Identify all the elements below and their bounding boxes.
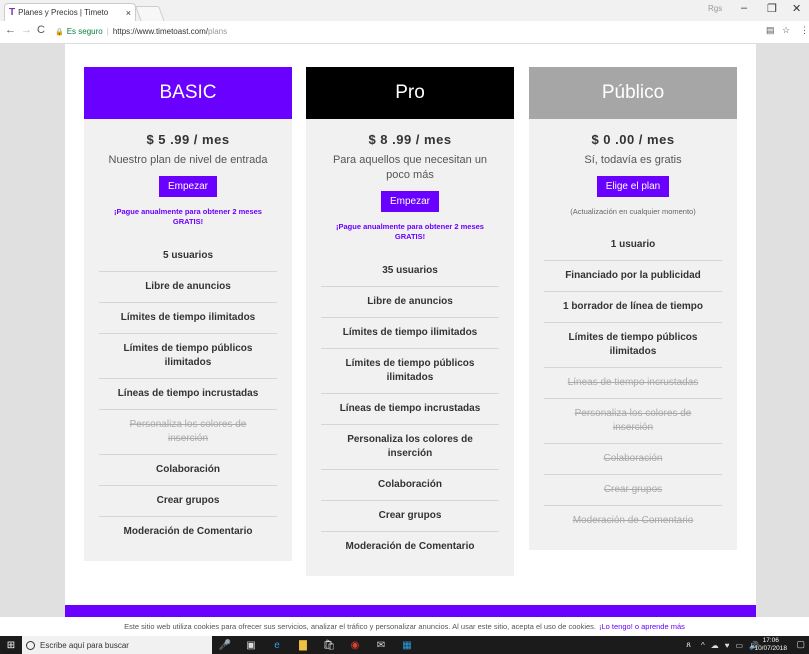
annual-promo: ¡Pague anualmente para obtener 2 meses G… [336, 222, 484, 241]
notifications-icon[interactable]: ▢ [796, 639, 805, 650]
taskbar-clock[interactable]: 17:06 10/07/2018 [754, 637, 787, 653]
feature-item: Límites de tiempo públicos ilimitados [544, 323, 722, 368]
feature-item: Financiado por la publicidad [544, 261, 722, 292]
clock-time: 17:06 [762, 637, 779, 644]
windows-taskbar: ⊞ Escribe aquí para buscar 🎤 ▣ e ▇ 🛍 ◉ ✉… [0, 636, 809, 654]
translate-icon[interactable]: ▤ [766, 25, 775, 36]
feature-item-disabled: Colaboración [544, 444, 722, 475]
secure-label: Es seguro [66, 27, 103, 36]
clock-date: 10/07/2018 [754, 645, 787, 652]
feature-item-disabled: Líneas de tiempo incrustadas [544, 368, 722, 399]
feature-item: Líneas de tiempo incrustadas [321, 394, 499, 425]
feature-list: 35 usuarios Libre de anuncios Límites de… [321, 256, 499, 562]
footer-accent-bar [65, 605, 756, 617]
back-icon[interactable]: ← [5, 24, 16, 36]
plan-header: Público [529, 67, 737, 119]
feature-item: Personaliza los colores de inserción [321, 425, 499, 470]
feature-item: Colaboración [99, 455, 277, 486]
forward-icon[interactable]: → [21, 24, 32, 36]
url-text: https://www.timetoast.com/ [112, 27, 208, 36]
minimize-icon[interactable]: – [741, 2, 747, 14]
lock-icon: 🔒 [55, 28, 64, 36]
plan-card-publico: Público $ 0 .00 / mes Sí, todavía es gra… [529, 67, 737, 550]
timetoast-favicon-icon: T [9, 7, 16, 18]
shield-icon[interactable]: ♥ [725, 641, 730, 650]
store-icon[interactable]: 🛍 [316, 640, 342, 651]
bookmark-star-icon[interactable]: ☆ [782, 25, 790, 36]
tab-title: Planes y Precios | Timeto [18, 8, 109, 17]
task-view-icon[interactable]: ▣ [238, 640, 264, 651]
feature-item: Límites de tiempo públicos ilimitados [99, 334, 277, 379]
feature-item: Límites de tiempo públicos ilimitados [321, 349, 499, 394]
plan-price: $ 5 .99 / mes [146, 132, 230, 147]
feature-item: Crear grupos [99, 486, 277, 517]
url-path: plans [207, 27, 228, 36]
close-window-icon[interactable]: ✕ [792, 2, 801, 15]
url-input[interactable]: 🔒 Es seguro | https://www.timetoast.com/… [55, 24, 745, 39]
pricing-page: BASIC $ 5 .99 / mes Nuestro plan de nive… [65, 44, 756, 617]
file-explorer-icon[interactable]: ▇ [290, 640, 316, 651]
maximize-icon[interactable]: ❐ [767, 2, 777, 15]
taskbar-search[interactable]: Escribe aquí para buscar [22, 636, 212, 654]
plan-price: $ 0 .00 / mes [591, 132, 675, 147]
choose-plan-button[interactable]: Elige el plan [596, 176, 670, 197]
feature-item-disabled: Crear grupos [544, 475, 722, 506]
plan-header: Pro [306, 67, 514, 119]
chrome-icon[interactable]: ◉ [342, 640, 368, 651]
feature-item: Moderación de Comentario [123, 526, 253, 537]
cookie-accept-link[interactable]: ¡Lo tengo! o aprende más [599, 622, 685, 631]
plan-description: Nuestro plan de nivel de entrada [108, 154, 268, 166]
address-bar: ← → C 🔒 Es seguro | https://www.timetoas… [0, 21, 809, 44]
people-icon[interactable]: ጸ [686, 640, 691, 650]
plan-header: BASIC [84, 67, 292, 119]
tab-close-icon[interactable]: × [126, 8, 131, 18]
feature-item: Libre de anuncios [321, 287, 499, 318]
feature-item: Moderación de Comentario [345, 541, 475, 552]
feature-item: Crear grupos [321, 501, 499, 532]
annual-promo: ¡Pague anualmente para obtener 2 meses G… [114, 207, 262, 226]
profile-chip[interactable]: Rgs [708, 4, 722, 13]
edge-icon[interactable]: e [264, 640, 290, 651]
cookie-banner: Este sitio web utiliza cookies para ofre… [0, 617, 809, 635]
cookie-text: Este sitio web utiliza cookies para ofre… [124, 621, 596, 631]
reload-icon[interactable]: C [37, 24, 45, 36]
network-icon[interactable]: ▭ [735, 641, 743, 650]
microphone-icon[interactable]: 🎤 [212, 640, 238, 651]
feature-item: 1 borrador de línea de tiempo [544, 292, 722, 323]
plan-card-pro: Pro $ 8 .99 / mes Para aquellos que nece… [306, 67, 514, 576]
feature-item-disabled: Personaliza los colores de inserción [544, 399, 722, 444]
feature-item: Líneas de tiempo incrustadas [99, 379, 277, 410]
feature-list: 1 usuario Financiado por la publicidad 1… [544, 230, 722, 536]
mail-icon[interactable]: ✉ [368, 640, 394, 651]
windows-start-icon[interactable]: ⊞ [0, 640, 22, 651]
page-viewport: BASIC $ 5 .99 / mes Nuestro plan de nive… [0, 44, 809, 617]
feature-item: Límites de tiempo ilimitados [321, 318, 499, 349]
tray-expand-icon[interactable]: ^ [701, 641, 705, 650]
feature-item-disabled: Moderación de Comentario [572, 515, 694, 526]
browser-tab[interactable]: T Planes y Precios | Timeto × [4, 3, 136, 21]
feature-item: Límites de tiempo ilimitados [99, 303, 277, 334]
feature-item: 35 usuarios [321, 256, 499, 287]
search-placeholder: Escribe aquí para buscar [40, 640, 129, 650]
url-separator: | [106, 27, 109, 36]
upgrade-note: (Actualización en cualquier momento) [570, 207, 696, 216]
feature-item: Libre de anuncios [99, 272, 277, 303]
feature-item: Colaboración [321, 470, 499, 501]
plan-description: Para aquellos que necesitan un poco más [332, 154, 488, 181]
plan-description: Sí, todavía es gratis [584, 154, 682, 166]
app-icon[interactable]: ▦ [394, 640, 420, 651]
menu-icon[interactable]: ⋮ [800, 25, 809, 36]
feature-item: 5 usuarios [99, 241, 277, 272]
feature-item-disabled: Personaliza los colores de inserción [99, 410, 277, 455]
plan-card-basic: BASIC $ 5 .99 / mes Nuestro plan de nive… [84, 67, 292, 561]
new-tab-button[interactable] [135, 6, 165, 22]
feature-item: 1 usuario [544, 230, 722, 261]
plan-price: $ 8 .99 / mes [368, 132, 452, 147]
cloud-icon[interactable]: ☁ [711, 641, 719, 650]
cortana-icon [26, 640, 35, 650]
browser-tab-strip: T Planes y Precios | Timeto × Rgs – ❐ ✕ [0, 0, 809, 22]
start-button-basic[interactable]: Empezar [158, 176, 217, 197]
start-button-pro[interactable]: Empezar [380, 191, 439, 212]
feature-list: 5 usuarios Libre de anuncios Límites de … [99, 241, 277, 547]
